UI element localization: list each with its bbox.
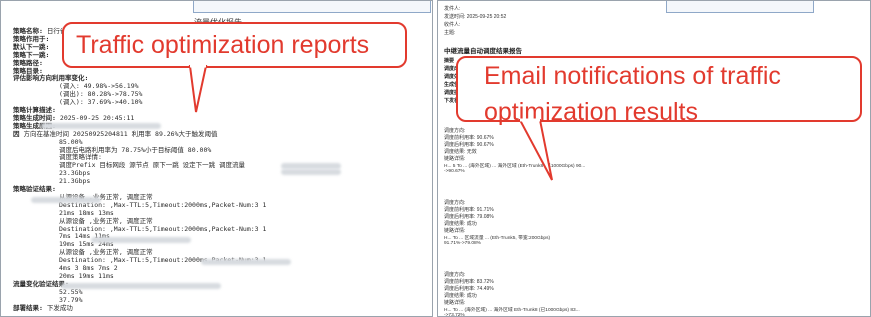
summary-label: 摘要 [444,58,455,64]
redacted-text [31,197,101,203]
report-line: 调度后电路利用率为 78.75%小于目标阈值 80.00% [13,146,211,154]
link-detail-rate: 91.71%->79.08% [444,241,481,246]
report-line: 23.3Gbps [13,169,90,177]
report-line-value: 20ms 19ms 11ms [59,271,114,280]
from-label: 发件人: [444,6,461,12]
report-line: (调出): 80.28%->78.75% [13,90,142,98]
group-item: 调度结果: 成功 [444,221,477,227]
report-line: 默认下一跳: [13,43,49,51]
report-line-label: 策略路径: [13,58,43,67]
group-item: 链路详情: [444,300,466,306]
group-item: 链路详情: [444,156,466,162]
email-header [438,1,870,41]
link-detail-rate: ->90.67% [444,169,465,174]
group-item: 调度方向: [444,272,466,278]
report-line: 策略计算描述: [13,106,56,114]
report-line: 从源设备 ,业务正常, 调度正常 [13,217,153,225]
link-detail-rate: ->73.72% [444,313,465,317]
group-item: 调度前利用率: 83.72% [444,279,494,285]
report-line: 21.3Gbps [13,177,90,185]
report-line-value: Destination: ,Max-TTL:5,Timeout:2000ms,P… [59,224,267,233]
report-top-bar [193,1,431,13]
redacted-text [201,259,291,265]
report-line-label: 策略下一跳: [13,50,50,59]
group-item: 调度方向: [444,200,466,206]
group-item: 调度结果: 成功 [444,293,477,299]
report-line-value: 21.3Gbps [59,177,91,186]
summary-item: 摘要 [444,57,454,64]
group-item: 调度方向: [444,128,466,134]
report-line-value: (调出): 80.28%->78.75% [59,90,143,99]
sent-value: 2025-09-25 20:52 [466,14,507,20]
email-notification-panel: 发件人: 发送时间: 2025-09-25 20:52 收件人: 主题: 中继流… [437,0,871,317]
link-detail-row: H... To ... (海外区域) ... 海外区域 Eth-Trunk8 (… [444,308,580,313]
to-label: 收件人: [444,22,461,28]
report-line: (调入): 37.69%->40.10% [13,98,142,106]
report-line-value: 85.00% [59,137,83,146]
report-line: 部署结果: 下发成功 [13,304,73,312]
group-item: 调度前利用率: 90.67% [444,135,494,141]
callout-email-notifications: Email notifications of traffic optimizat… [456,56,862,126]
report-line: 策略作用于: [13,35,49,43]
report-line: 策略路径: [13,59,43,67]
report-line-label: 策略验证结果: [13,185,56,193]
report-line-value: 下发成功 [46,303,73,312]
report-line: 85.00% [13,138,82,146]
report-line-label: 因 [13,129,20,138]
report-line-value: (调入): 37.69%->40.10% [59,98,143,107]
report-line-value: 从源设备 ,业务正常, 调度正常 [59,216,153,225]
link-detail-row: H... To ... 区域流量 ... (Eth-Trunk5, 带宽:200… [444,236,551,241]
redacted-text [61,283,221,289]
report-line-value: 23.3Gbps [59,169,91,178]
report-line-value: 4ms 3 8ms 7ms 2 [59,264,118,272]
callout-email-line2: optimization results [484,98,698,126]
report-line-value: 调度Prefix 目标网段 源节点 原下一跳 设定下一跳 调度流量 [59,161,246,170]
report-line-label: 部署结果: [13,303,43,312]
report-line: 37.79% [13,296,82,304]
report-line-value: 方向在基准时间 20250925204811 利用率 89.26%大于触发阈值 [23,129,218,138]
report-line: 从源设备 ,业务正常, 调度正常 [13,248,153,256]
sent-time: 发送时间: 2025-09-25 20:52 [444,13,506,20]
link-detail-row: H... 5 To ... (海外区域) ... 海外区域 (Eth-Trunk… [444,164,586,169]
report-line: 因方向在基准时间 20250925204811 利用率 89.26%大于触发阈值 [13,130,218,138]
report-line-value: 2025-09-25 20:45:11 [59,113,135,122]
callout-email-line1: Email notifications of traffic [484,62,781,90]
report-line-label: 策略生成时间: [13,113,56,122]
group-item: 调度后利用率: 74.49% [444,286,494,292]
group-item: 调度前利用率: 91.71% [444,207,494,213]
report-line: 策略下一跳: [13,51,49,59]
report-line: 策略生成时间: 2025-09-25 20:45:11 [13,114,134,122]
redacted-text [281,169,341,175]
callout-traffic-reports: Traffic optimization reports [62,22,407,68]
email-header-bar [666,1,814,13]
report-line: Destination: ,Max-TTL:5,Timeout:2000ms,P… [13,225,266,233]
report-line-label: 策略计算描述: [13,106,56,114]
report-line: 20ms 19ms 11ms [13,272,114,280]
redacted-text [91,237,191,243]
redacted-text [41,123,161,129]
report-line: 21ms 18ms 13ms [13,209,114,217]
subject-label: 主题: [444,30,456,36]
report-line: 4ms 3 8ms 7ms 2 [13,264,118,272]
report-line: 策略验证结果: [13,185,56,193]
callout-traffic-reports-text: Traffic optimization reports [76,30,370,59]
report-line: 调度Prefix 目标网段 源节点 原下一跳 设定下一跳 调度流量 [13,161,245,169]
group-item: 调度后利用率: 90.67% [444,142,494,148]
group-item: 链路详情: [444,228,466,234]
report-line-label: 策略名称: [13,27,43,35]
group-item: 调度后利用率: 79.08% [444,214,494,220]
report-line-value: 21ms 18ms 13ms [59,208,114,217]
report-line-label: 默认下一跳: [13,42,50,51]
report-line-value: 37.79% [59,295,83,304]
sent-label: 发送时间: [444,14,466,20]
group-item: 调度结果: 无效 [444,149,477,155]
report-line-value: 从源设备 ,业务正常, 调度正常 [59,248,153,257]
report-line-label: 策略作用于: [13,34,50,43]
email-heading: 中继流量自动调度结果报告 [444,48,522,55]
